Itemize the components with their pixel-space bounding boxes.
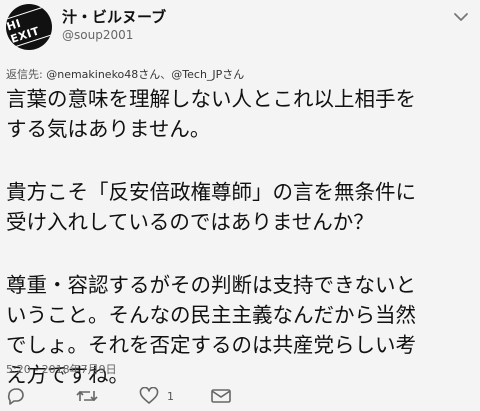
tweet-line: いうこと。そんなの民主主義なんだから当然 [6, 303, 416, 327]
tweet-card: HI EXIT 汁・ビルヌーブ @soup2001 返信先: @nemakine… [0, 0, 480, 411]
tweet-line: 受け入れしているのではありませんか？ [6, 210, 374, 234]
display-name[interactable]: 汁・ビルヌーブ [62, 6, 166, 27]
like-button[interactable]: 1 [139, 386, 174, 406]
tweet-line: 貴方こそ「反安倍政権尊師」の言を無条件に [6, 180, 416, 204]
chevron-down-icon[interactable] [452, 10, 470, 24]
tweet-line: 尊重・容認するがその判断は支持できないと [6, 273, 416, 297]
mention-link-2[interactable]: @Tech_JPさん [171, 68, 244, 81]
timestamp[interactable]: 5:20 - 2018年7月9日 [6, 361, 117, 377]
user-handle[interactable]: @soup2001 [62, 28, 133, 42]
retweet-button[interactable] [76, 386, 98, 406]
mention-separator: 、 [160, 68, 172, 81]
retweet-icon [76, 390, 98, 402]
tweet-text: 言葉の意味を理解しない人とこれ以上相手を する気はありません。 貴方こそ「反安倍… [6, 84, 476, 390]
mention-link-1[interactable]: @nemakineko48さん [46, 68, 160, 81]
envelope-icon [211, 389, 231, 403]
direct-message-button[interactable] [210, 386, 232, 406]
tweet-line: でしょ。それを否定するのは共産党らしい考 [6, 333, 416, 357]
action-bar: 1 [0, 386, 480, 408]
tweet-line: 言葉の意味を理解しない人とこれ以上相手を [6, 87, 416, 111]
reply-icon [7, 388, 24, 405]
reply-to-prefix: 返信先: [6, 68, 43, 81]
like-count: 1 [167, 389, 174, 403]
avatar-logo-text: HI EXIT [6, 5, 52, 49]
reply-button[interactable] [6, 386, 26, 406]
avatar[interactable]: HI EXIT [6, 4, 52, 50]
reply-to-line: 返信先: @nemakineko48さん、@Tech_JPさん [6, 66, 244, 82]
tweet-line: する気はありません。 [6, 117, 211, 141]
heart-icon [139, 387, 159, 404]
